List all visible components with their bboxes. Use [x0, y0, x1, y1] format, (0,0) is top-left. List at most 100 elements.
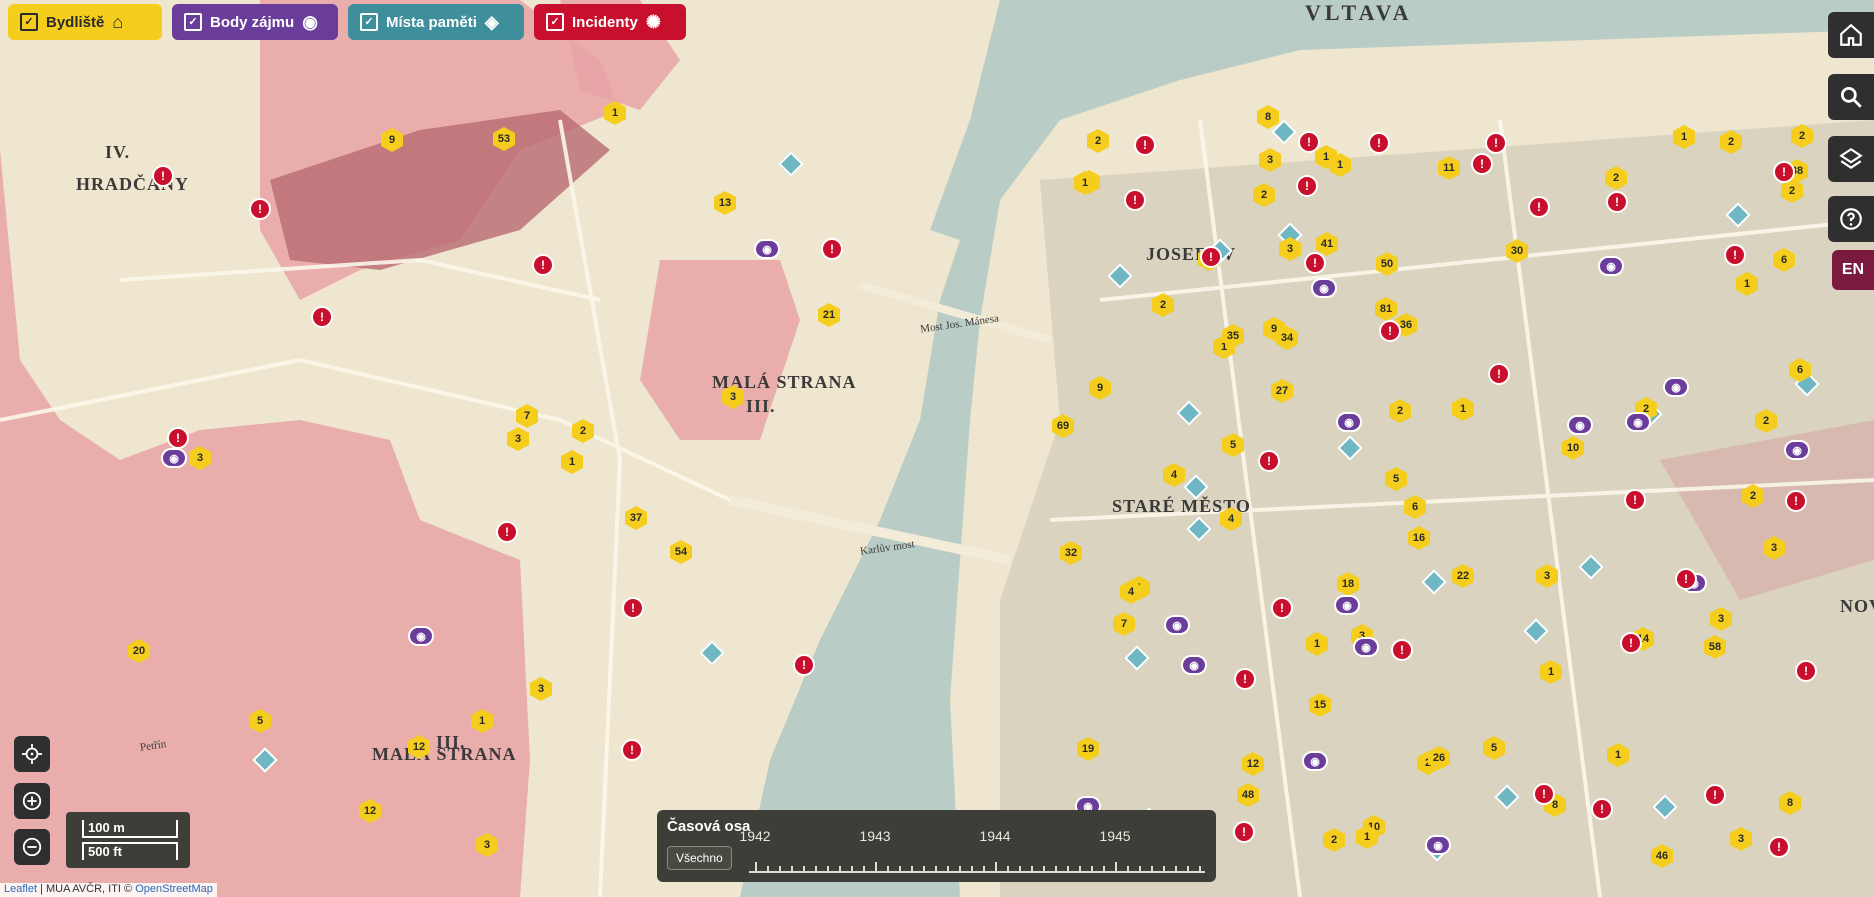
- incident-marker[interactable]: !: [1379, 320, 1401, 342]
- search-button[interactable]: [1828, 74, 1874, 120]
- timeline-tick: [791, 866, 793, 872]
- incident-marker[interactable]: !: [622, 597, 644, 619]
- incident-marker[interactable]: !: [1124, 189, 1146, 211]
- incident-marker[interactable]: !: [1304, 252, 1326, 274]
- point-of-interest-marker[interactable]: ◉: [1625, 412, 1651, 432]
- timeline-tick: [815, 866, 817, 872]
- timeline-tick: [923, 866, 925, 872]
- filter-incidenty[interactable]: ✓ Incidenty ✺: [534, 4, 686, 40]
- point-of-interest-marker[interactable]: ◉: [161, 448, 187, 468]
- point-of-interest-marker[interactable]: ◉: [1311, 278, 1337, 298]
- incident-marker[interactable]: !: [1724, 244, 1746, 266]
- incident-marker[interactable]: !: [167, 427, 189, 449]
- incident-marker[interactable]: !: [1485, 132, 1507, 154]
- historical-map[interactable]: VLTAVA IV. HRADČANY MALÁ STRANA III. III…: [0, 0, 1874, 897]
- incident-marker[interactable]: !: [821, 238, 843, 260]
- incident-marker[interactable]: !: [249, 198, 271, 220]
- timeline-year-label: 1945: [1099, 828, 1131, 844]
- incident-marker[interactable]: !: [1471, 153, 1493, 175]
- timeline-tick: [827, 866, 829, 872]
- incident-marker[interactable]: !: [1624, 489, 1646, 511]
- incident-marker[interactable]: !: [1271, 597, 1293, 619]
- incident-marker[interactable]: !: [1768, 836, 1790, 858]
- incident-marker[interactable]: !: [1296, 175, 1318, 197]
- incident-marker[interactable]: !: [1258, 450, 1280, 472]
- incident-marker[interactable]: !: [152, 165, 174, 187]
- point-of-interest-marker[interactable]: ◉: [1336, 412, 1362, 432]
- help-button[interactable]: [1828, 196, 1874, 242]
- incident-marker[interactable]: !: [793, 654, 815, 676]
- point-of-interest-marker[interactable]: ◉: [1334, 595, 1360, 615]
- incident-marker[interactable]: !: [1773, 161, 1795, 183]
- point-of-interest-marker[interactable]: ◉: [1663, 377, 1689, 397]
- zoom-out-button[interactable]: [14, 829, 50, 865]
- timeline-slider[interactable]: 1942 1943 1944 1945: [739, 828, 1205, 873]
- checkbox-icon[interactable]: ✓: [546, 13, 564, 31]
- point-of-interest-marker[interactable]: ◉: [1784, 440, 1810, 460]
- timeline-tick: [767, 866, 769, 872]
- timeline-year-label: 1944: [979, 828, 1011, 844]
- incident-marker[interactable]: !: [621, 739, 643, 761]
- point-of-interest-marker[interactable]: ◉: [1302, 751, 1328, 771]
- incident-marker[interactable]: !: [1234, 668, 1256, 690]
- point-of-interest-marker[interactable]: ◉: [1181, 655, 1207, 675]
- point-of-interest-marker[interactable]: ◉: [1598, 256, 1624, 276]
- checkbox-icon[interactable]: ✓: [360, 13, 378, 31]
- layers-button[interactable]: [1828, 136, 1874, 182]
- incident-marker[interactable]: !: [1391, 639, 1413, 661]
- incident-marker[interactable]: !: [1488, 363, 1510, 385]
- checkbox-icon[interactable]: ✓: [184, 13, 202, 31]
- point-of-interest-marker[interactable]: ◉: [1567, 415, 1593, 435]
- home-button[interactable]: [1828, 12, 1874, 58]
- incident-marker[interactable]: !: [496, 521, 518, 543]
- timeline-tick: [1079, 866, 1081, 872]
- incident-marker[interactable]: !: [1675, 568, 1697, 590]
- incident-marker[interactable]: !: [1134, 134, 1156, 156]
- filter-mista-pameti-label: Místa paměti: [386, 13, 477, 31]
- plus-circle-icon: [22, 791, 42, 811]
- incident-marker[interactable]: !: [1298, 131, 1320, 153]
- timeline-tick: [1187, 866, 1189, 872]
- incident-marker[interactable]: !: [1620, 632, 1642, 654]
- incident-marker[interactable]: !: [1533, 783, 1555, 805]
- point-of-interest-marker[interactable]: ◉: [754, 239, 780, 259]
- timeline-tick: [947, 866, 949, 872]
- filter-bydliste-label: Bydliště: [46, 13, 105, 31]
- language-toggle[interactable]: EN: [1832, 250, 1874, 290]
- timeline-tick: [935, 866, 937, 872]
- help-icon: [1840, 208, 1862, 230]
- point-of-interest-marker[interactable]: ◉: [1353, 637, 1379, 657]
- osm-link[interactable]: OpenStreetMap: [135, 883, 213, 895]
- incident-marker[interactable]: !: [1200, 246, 1222, 268]
- incident-marker[interactable]: !: [311, 306, 333, 328]
- timeline-tick: [1103, 866, 1105, 872]
- point-of-interest-marker[interactable]: ◉: [1164, 615, 1190, 635]
- timeline-all-button[interactable]: Všechno: [667, 846, 732, 870]
- filter-mista-pameti[interactable]: ✓ Místa paměti ◈: [348, 4, 524, 40]
- scale-bar: 100 m 500 ft: [66, 812, 190, 868]
- locate-button[interactable]: [14, 736, 50, 772]
- incident-marker[interactable]: !: [1795, 660, 1817, 682]
- incident-marker[interactable]: !: [1368, 132, 1390, 154]
- point-of-interest-marker[interactable]: ◉: [408, 626, 434, 646]
- incident-marker[interactable]: !: [1606, 191, 1628, 213]
- incident-marker[interactable]: !: [532, 254, 554, 276]
- diamond-icon: ◈: [484, 12, 499, 32]
- zoom-in-button[interactable]: [14, 783, 50, 819]
- timeline-tick: [1127, 866, 1129, 872]
- incident-marker[interactable]: !: [1591, 798, 1613, 820]
- incident-marker[interactable]: !: [1233, 821, 1255, 843]
- alert-badge-icon: ✺: [645, 12, 661, 32]
- timeline-tick: [1055, 866, 1057, 872]
- point-of-interest-marker[interactable]: ◉: [1425, 835, 1451, 855]
- incident-marker[interactable]: !: [1785, 490, 1807, 512]
- filter-body-zajmu[interactable]: ✓ Body zájmu ◉: [172, 4, 338, 40]
- filter-bydliste[interactable]: ✓ Bydliště ⌂: [8, 4, 162, 40]
- incident-marker[interactable]: !: [1528, 196, 1550, 218]
- crosshair-icon: [21, 743, 43, 765]
- timeline-tick: [863, 866, 865, 872]
- timeline-tick: [1091, 866, 1093, 872]
- incident-marker[interactable]: !: [1704, 784, 1726, 806]
- checkbox-icon[interactable]: ✓: [20, 13, 38, 31]
- leaflet-link[interactable]: Leaflet: [4, 883, 37, 895]
